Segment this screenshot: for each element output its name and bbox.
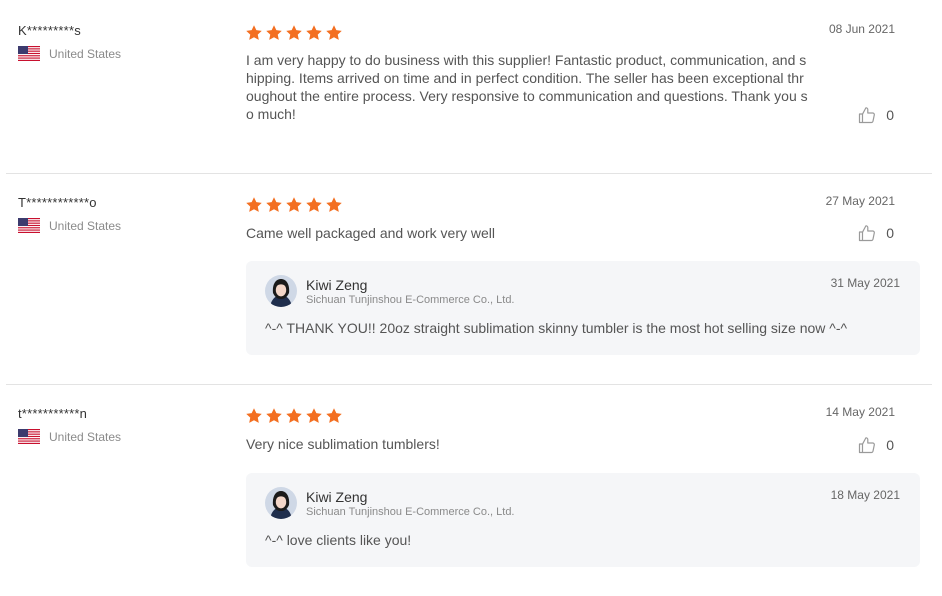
review-item: t***********n United States 14 May 2021 …: [6, 384, 932, 596]
seller-reply: Kiwi Zeng Sichuan Tunjinshou E-Commerce …: [246, 261, 920, 355]
like-count: 0: [886, 107, 894, 123]
seller-company: Sichuan Tunjinshou E-Commerce Co., Ltd.: [306, 506, 515, 518]
star-icon: [305, 407, 323, 425]
reply-text: ^-^ love clients like you!: [265, 532, 412, 548]
reply-date: 31 May 2021: [830, 276, 900, 290]
review-item: K*********s United States 08 Jun 2021 I …: [6, 2, 932, 173]
star-rating: [245, 196, 343, 214]
country-name: United States: [49, 429, 122, 444]
like-count: 0: [886, 225, 894, 241]
review-date: 08 Jun 2021: [828, 22, 895, 36]
us-flag-icon: [18, 46, 40, 61]
star-rating: [245, 24, 343, 42]
star-icon: [325, 196, 343, 214]
review-text: Came well packaged and work very well: [246, 225, 495, 241]
thumbs-up-icon[interactable]: [857, 435, 877, 455]
like-button[interactable]: 0: [857, 435, 894, 455]
review-item: T************o United States 27 May 2021…: [6, 173, 932, 384]
buyer-country: United States: [18, 218, 121, 233]
buyer-name: T************o: [18, 195, 97, 210]
us-flag-icon: [18, 429, 40, 444]
star-icon: [245, 24, 263, 42]
like-button[interactable]: 0: [857, 223, 894, 243]
seller-reply: Kiwi Zeng Sichuan Tunjinshou E-Commerce …: [246, 473, 920, 567]
seller-avatar: [265, 275, 297, 307]
review-date: 14 May 2021: [825, 405, 895, 419]
review-text: Very nice sublimation tumblers!: [246, 436, 440, 452]
like-count: 0: [886, 437, 894, 453]
star-icon: [305, 196, 323, 214]
seller-name: Kiwi Zeng: [306, 489, 368, 505]
star-icon: [265, 24, 283, 42]
country-name: United States: [49, 218, 122, 233]
reply-text: ^-^ THANK YOU!! 20oz straight sublimatio…: [265, 320, 848, 336]
star-icon: [245, 407, 263, 425]
buyer-name: t***********n: [18, 406, 88, 421]
reply-date: 18 May 2021: [830, 488, 900, 502]
star-icon: [265, 407, 283, 425]
seller-avatar: [265, 487, 297, 519]
seller-name: Kiwi Zeng: [306, 277, 368, 293]
star-icon: [245, 196, 263, 214]
review-text: I am very happy to do business with this…: [246, 52, 808, 122]
review-date: 27 May 2021: [825, 194, 895, 208]
buyer-name: K*********s: [18, 23, 81, 38]
buyer-country: United States: [18, 46, 121, 61]
seller-company: Sichuan Tunjinshou E-Commerce Co., Ltd.: [306, 294, 515, 306]
star-icon: [285, 407, 303, 425]
star-icon: [305, 24, 323, 42]
thumbs-up-icon[interactable]: [857, 105, 877, 125]
star-icon: [265, 196, 283, 214]
star-icon: [285, 196, 303, 214]
thumbs-up-icon[interactable]: [857, 223, 877, 243]
star-icon: [285, 24, 303, 42]
us-flag-icon: [18, 218, 40, 233]
country-name: United States: [49, 46, 122, 61]
like-button[interactable]: 0: [857, 105, 894, 125]
star-rating: [245, 407, 343, 425]
star-icon: [325, 407, 343, 425]
star-icon: [325, 24, 343, 42]
buyer-country: United States: [18, 429, 121, 444]
